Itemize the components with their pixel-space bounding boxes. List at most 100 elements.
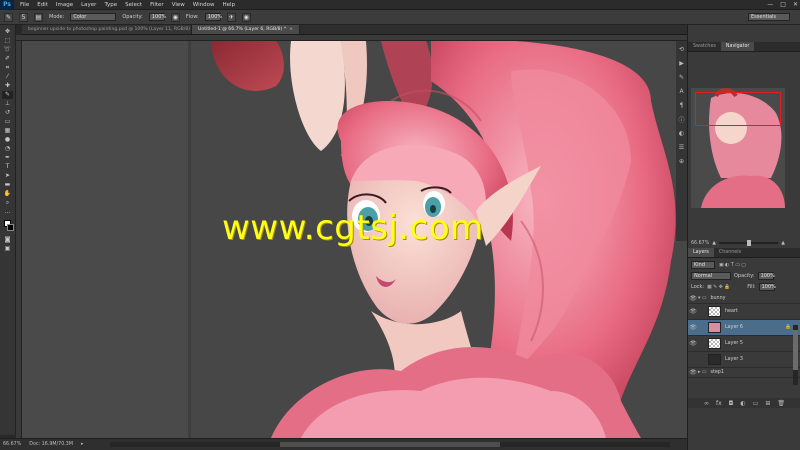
dodge-tool-icon[interactable]: ◔ <box>2 145 13 153</box>
healing-tool-icon[interactable]: ✚ <box>2 82 13 90</box>
brush-presets-icon[interactable]: ✎ <box>678 73 686 81</box>
brush-tool-icon[interactable]: ✎ <box>2 91 13 99</box>
menu-image[interactable]: Image <box>52 0 77 10</box>
filter-icons[interactable]: ▣ ◐ T ▭ ▢ <box>719 263 746 268</box>
zoom-slider[interactable] <box>719 240 779 246</box>
zoom-out-icon[interactable]: ▲ <box>712 241 716 246</box>
layers-scrollbar[interactable] <box>793 325 798 385</box>
menu-select[interactable]: Select <box>121 0 146 10</box>
menu-layer[interactable]: Layer <box>77 0 100 10</box>
navigator-view-box[interactable] <box>695 92 781 126</box>
tab-swatches[interactable]: Swatches <box>688 42 721 51</box>
info-icon[interactable]: ⓘ <box>678 115 686 124</box>
eraser-tool-icon[interactable]: ▭ <box>2 118 13 126</box>
brush-panel-toggle-icon[interactable]: ▤ <box>34 12 43 22</box>
tab-channels[interactable]: Channels <box>714 248 746 257</box>
move-tool-icon[interactable]: ✥ <box>2 28 13 36</box>
menu-filter[interactable]: Filter <box>146 0 168 10</box>
doc-size[interactable]: Doc: 16.9M/70.3M <box>29 442 73 447</box>
eyedropper-tool-icon[interactable]: ⁄ <box>2 73 13 81</box>
character-icon[interactable]: A <box>678 87 686 95</box>
tab-navigator[interactable]: Navigator <box>720 42 755 51</box>
flow-input[interactable]: 100% <box>204 13 222 21</box>
shape-tool-icon[interactable]: ▬ <box>2 181 13 189</box>
menu-type[interactable]: Type <box>100 0 121 10</box>
doc-tab-2[interactable]: Untitled-1 @ 66.7% (Layer 6, RGB/8) * × <box>192 25 301 34</box>
type-tool-icon[interactable]: T <box>2 163 13 171</box>
zoom-tool-icon[interactable]: ⌕ <box>2 199 13 207</box>
visibility-eye-icon[interactable]: 👁 <box>688 324 698 331</box>
pressure-size-icon[interactable]: ◉ <box>241 12 251 22</box>
layer-opacity-input[interactable]: 100% <box>757 272 775 280</box>
horizontal-scrollbar-thumb[interactable] <box>280 442 500 447</box>
zoom-in-icon[interactable]: ▲ <box>781 241 785 246</box>
visibility-eye-icon[interactable]: 👁 <box>688 295 698 302</box>
pen-tool-icon[interactable]: ✒ <box>2 154 13 162</box>
new-layer-icon[interactable]: ⊞ <box>765 400 770 407</box>
actions-icon[interactable]: ▶ <box>678 59 686 67</box>
nav-zoom-value[interactable]: 66.67% <box>691 241 709 246</box>
horizontal-scrollbar[interactable] <box>110 442 670 447</box>
link-layers-icon[interactable]: ∞ <box>704 400 709 407</box>
opacity-input[interactable]: 100% <box>148 13 166 21</box>
layer-row[interactable]: 👁 Layer 5 <box>688 336 800 352</box>
menu-file[interactable]: File <box>16 0 33 10</box>
layers-scrollbar-thumb[interactable] <box>793 330 798 370</box>
workspace-select[interactable]: Essentials <box>748 13 790 21</box>
layer-group-row[interactable]: 👁 ▸ ▭ step1 <box>688 368 800 378</box>
blur-tool-icon[interactable]: ● <box>2 136 13 144</box>
hand-tool-icon[interactable]: ✋ <box>2 190 13 198</box>
layer-row[interactable]: Layer 3 <box>688 352 800 368</box>
adjustments-icon[interactable]: ◐ <box>678 129 686 137</box>
more-tools-icon[interactable]: … <box>2 208 13 216</box>
layer-group-row[interactable]: 👁 ▾ ▭ bunny <box>688 294 800 304</box>
zoom-slider-knob[interactable] <box>747 240 752 246</box>
new-group-icon[interactable]: ▭ <box>753 400 759 407</box>
blend-mode-select[interactable]: Normal <box>691 272 731 280</box>
zoom-level[interactable]: 66.67% <box>3 442 21 447</box>
screen-mode-icon[interactable]: ▣ <box>2 245 13 253</box>
mode-select[interactable]: Color <box>70 13 117 21</box>
clone-stamp-tool-icon[interactable]: ⊥ <box>2 100 13 108</box>
quick-mask-icon[interactable]: ◙ <box>2 236 13 244</box>
doc-tab-1[interactable]: beginner upside to photoshop painting.ps… <box>22 25 192 34</box>
add-mask-icon[interactable]: ◘ <box>729 400 734 407</box>
lock-icons[interactable]: ▦ ✎ ✥ 🔒 <box>707 285 730 290</box>
history-brush-tool-icon[interactable]: ↺ <box>2 109 13 117</box>
brush-tool-preset-icon[interactable]: ✎ <box>4 12 13 22</box>
visibility-eye-icon[interactable]: 👁 <box>688 369 698 376</box>
close-tab-icon[interactable]: × <box>289 27 293 32</box>
brush-size-picker[interactable]: 5 <box>19 12 28 22</box>
menu-edit[interactable]: Edit <box>33 0 52 10</box>
visibility-eye-icon[interactable]: 👁 <box>688 308 698 315</box>
adjustment-layer-icon[interactable]: ◐ <box>740 400 745 407</box>
minimize-button[interactable]: — <box>767 0 773 10</box>
quick-select-tool-icon[interactable]: ✐ <box>2 55 13 63</box>
path-select-tool-icon[interactable]: ➤ <box>2 172 13 180</box>
layer-row-selected[interactable]: 👁 Layer 6 🔒 <box>688 320 800 336</box>
navigator-thumbnail[interactable] <box>691 88 785 208</box>
menu-help[interactable]: Help <box>218 0 239 10</box>
fx-icon[interactable]: fx <box>716 400 722 407</box>
trash-icon[interactable]: 🗑 <box>777 400 785 407</box>
maximize-button[interactable]: □ <box>780 0 786 10</box>
history-icon[interactable]: ⟲ <box>678 45 686 53</box>
paragraph-icon[interactable]: ¶ <box>678 101 686 109</box>
layer-row[interactable]: 👁 heart <box>688 304 800 320</box>
pressure-opacity-icon[interactable]: ◉ <box>170 12 180 22</box>
airbrush-icon[interactable]: ✈ <box>226 12 236 22</box>
menu-view[interactable]: View <box>168 0 189 10</box>
status-menu-arrow-icon[interactable]: ▸ <box>81 442 83 447</box>
filter-kind-select[interactable]: Kind <box>691 261 715 269</box>
fill-input[interactable]: 100% <box>758 283 776 291</box>
background-color-swatch[interactable] <box>7 224 14 231</box>
tab-layers[interactable]: Layers <box>688 248 714 257</box>
menu-window[interactable]: Window <box>189 0 219 10</box>
gradient-tool-icon[interactable]: ▦ <box>2 127 13 135</box>
crop-tool-icon[interactable]: ⌗ <box>2 64 13 72</box>
properties-icon[interactable]: ☰ <box>678 143 686 151</box>
marquee-tool-icon[interactable]: ⬚ <box>2 37 13 45</box>
visibility-eye-icon[interactable]: 👁 <box>688 340 698 347</box>
clone-source-icon[interactable]: ⊕ <box>678 157 686 165</box>
close-button[interactable]: ✕ <box>793 0 798 10</box>
